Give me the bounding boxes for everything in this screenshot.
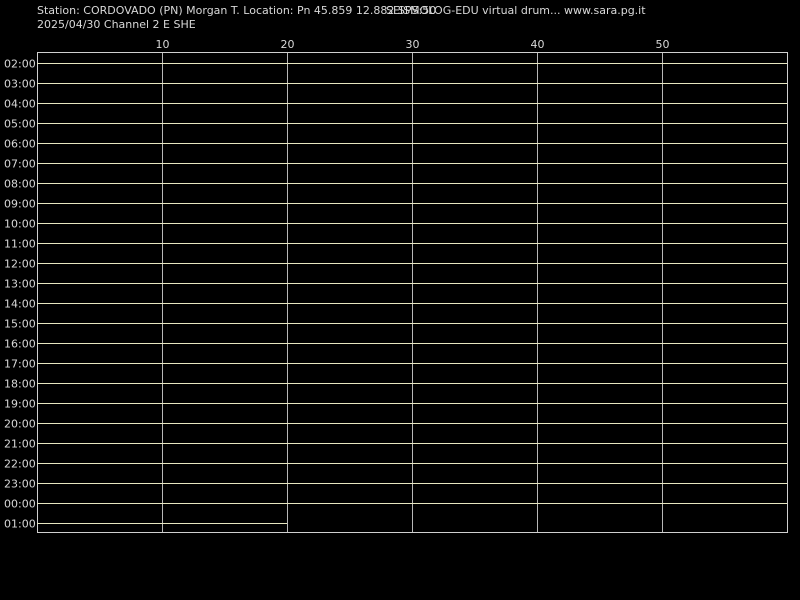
y-tick-label: 13:00 (4, 278, 36, 291)
y-tick-label: 14:00 (4, 298, 36, 311)
y-tick-label: 10:00 (4, 218, 36, 231)
y-tick-label: 02:00 (4, 58, 36, 71)
y-tick-label: 12:00 (4, 258, 36, 271)
y-tick-label: 21:00 (4, 438, 36, 451)
y-tick-label: 22:00 (4, 458, 36, 471)
x-tick-label: 30 (406, 38, 420, 51)
y-tick-label: 15:00 (4, 318, 36, 331)
y-tick-label: 09:00 (4, 198, 36, 211)
x-tick-label: 10 (156, 38, 170, 51)
y-tick-labels: 02:00 03:00 04:00 05:00 06:00 07:00 08:00 09:00… (4, 58, 36, 531)
x-tick-labels: 10 20 30 40 50 (156, 38, 670, 51)
y-tick-label: 00:00 (4, 498, 36, 511)
y-tick-label: 03:00 (4, 78, 36, 91)
y-tick-label: 08:00 (4, 178, 36, 191)
y-tick-label: 01:00 (4, 518, 36, 531)
x-tick-label: 40 (531, 38, 545, 51)
station-info: Station: CORDOVADO (PN) Morgan T. Locati… (37, 4, 436, 17)
y-tick-label: 07:00 (4, 158, 36, 171)
app-title: SEISMOLOG-EDU virtual drum... www.sara.p… (386, 4, 646, 17)
y-tick-label: 16:00 (4, 338, 36, 351)
y-tick-label: 23:00 (4, 478, 36, 491)
y-tick-label: 18:00 (4, 378, 36, 391)
y-tick-label: 19:00 (4, 398, 36, 411)
date-channel: 2025/04/30 Channel 2 E SHE (37, 18, 196, 31)
y-tick-label: 05:00 (4, 118, 36, 131)
y-tick-label: 06:00 (4, 138, 36, 151)
seismic-drum-chart: Station: CORDOVADO (PN) Morgan T. Locati… (4, 4, 788, 533)
y-tick-label: 17:00 (4, 358, 36, 371)
x-tick-label: 20 (281, 38, 295, 51)
y-tick-label: 04:00 (4, 98, 36, 111)
y-tick-label: 20:00 (4, 418, 36, 431)
x-tick-label: 50 (656, 38, 670, 51)
y-tick-label: 11:00 (4, 238, 36, 251)
